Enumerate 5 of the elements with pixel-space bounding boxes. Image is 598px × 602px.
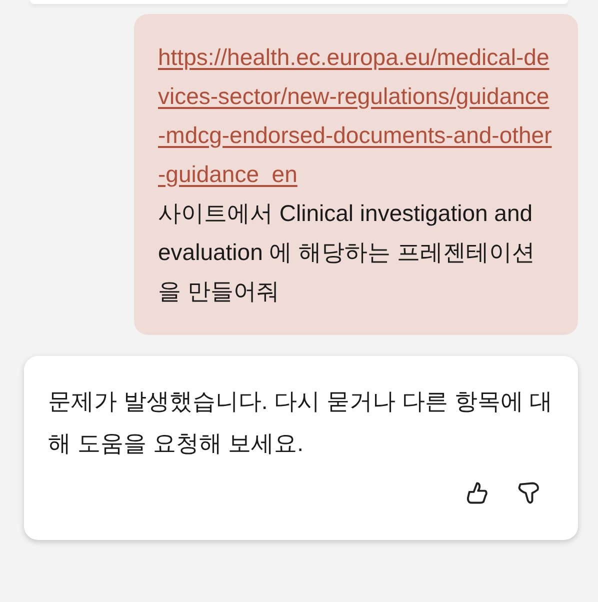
thumbs-up-icon[interactable] <box>464 480 490 506</box>
thumbs-down-icon[interactable] <box>516 480 542 506</box>
response-text: 문제가 발생했습니다. 다시 묻거나 다른 항목에 대해 도움을 요청해 보세요. <box>48 387 554 458</box>
user-message: https://health.ec.europa.eu/medical-devices-sector/new-regulations/guidance-mdcg-endorsed-documents-and-other-guidance_en 사이트에서 Clinical investigation and evaluation 에 해당하는 프레젠테이션을 만들어줘 <box>134 14 578 335</box>
link[interactable]: https://health.ec.europa.eu/medical-devices-sector/new-regulations/guidance-mdcg-endorsed-documents-and-other-guidance_en <box>158 38 554 194</box>
